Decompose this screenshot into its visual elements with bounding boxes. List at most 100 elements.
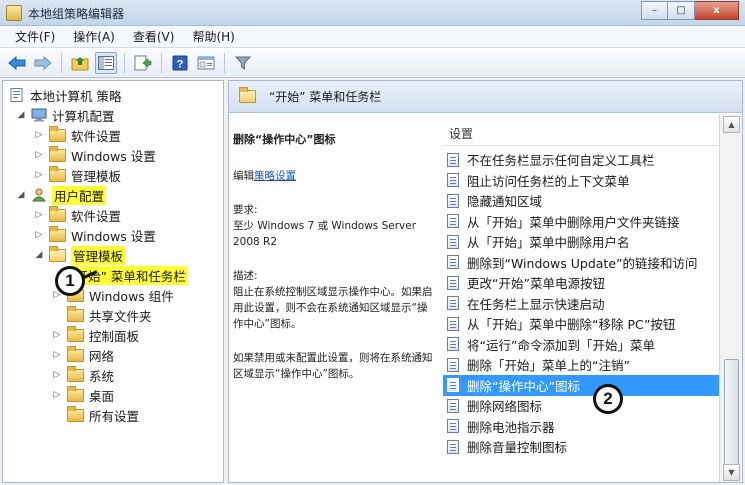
policy-setting-row[interactable]: 将“运行”命令添加到「开始」菜单 [443, 334, 723, 355]
expand-arrow-icon[interactable]: ▷ [51, 329, 63, 341]
policy-setting-label: 删除音量控制图标 [467, 440, 568, 455]
tree-node-system[interactable]: ▷ 系统 [51, 365, 114, 385]
filter-icon [235, 56, 251, 70]
menu-bar: 文件(F) 操作(A) 查看(V) 帮助(H) [0, 26, 745, 48]
policy-setting-row[interactable]: 隐藏通知区域 [443, 190, 723, 211]
scroll-thumb[interactable] [724, 359, 739, 479]
details-header-title: “开始” 菜单和任务栏 [269, 90, 382, 104]
menu-action[interactable]: 操作(A) [64, 26, 124, 47]
policy-setting-row[interactable]: 不在任务栏显示任何自定义工具栏 [443, 149, 723, 170]
tree-label: 控制面板 [89, 328, 140, 344]
callout-marker-2: 2 [593, 384, 623, 414]
tree-node-user-software-settings[interactable]: ▷ 软件设置 [33, 205, 121, 225]
policy-setting-row[interactable]: 删除音量控制图标 [443, 436, 723, 457]
folder-icon [67, 405, 84, 422]
menu-view[interactable]: 查看(V) [124, 26, 184, 47]
tree-node-computer-windows-settings[interactable]: ▷ Windows 设置 [33, 145, 156, 165]
policy-setting-label: 从「开始」菜单中删除“移除 PC”按钮 [467, 317, 676, 332]
tree-node-computer-admin-templates[interactable]: ▷ 管理模板 [33, 165, 121, 185]
collapse-arrow-icon[interactable]: ◢ [15, 109, 27, 121]
policy-setting-row[interactable]: 删除到“Windows Update”的链接和访问 [443, 252, 723, 273]
policy-setting-row[interactable]: 删除“操作中心”图标 [443, 374, 723, 396]
expand-arrow-icon[interactable]: ▷ [51, 369, 63, 381]
column-header-setting[interactable]: 设置 [443, 122, 723, 146]
policy-setting-label: 删除网络图标 [467, 399, 543, 414]
folder-icon [49, 225, 66, 242]
expand-arrow-icon[interactable]: ▷ [33, 149, 45, 161]
expand-arrow-icon[interactable]: ▷ [51, 349, 63, 361]
folder-icon [49, 125, 66, 142]
tree-node-user-windows-settings[interactable]: ▷ Windows 设置 [33, 225, 156, 245]
expand-arrow-icon[interactable]: ▷ [33, 169, 45, 181]
edit-policy-link[interactable]: 策略设置 [254, 170, 296, 182]
policy-setting-label: 不在任务栏显示任何自定义工具栏 [467, 153, 655, 168]
policy-setting-row[interactable]: 从「开始」菜单中删除“移除 PC”按钮 [443, 313, 723, 334]
maximize-button[interactable]: □ [668, 1, 695, 20]
policy-setting-row[interactable]: 删除电池指示器 [443, 416, 723, 437]
tree-label: 网络 [89, 348, 115, 364]
tree-node-control-panel[interactable]: ▷ 控制面板 [51, 325, 139, 345]
vertical-scrollbar[interactable]: ▲ ▼ [719, 114, 742, 482]
policy-setting-row[interactable]: 阻止访问任务栏的上下文菜单 [443, 170, 723, 191]
properties-button[interactable] [195, 52, 217, 74]
tree-node-computer-configuration[interactable]: ◢ 计算机配置 [15, 105, 115, 125]
policy-setting-row[interactable]: 删除网络图标 [443, 395, 723, 416]
tree-node-user-admin-templates[interactable]: ◢ 管理模板 [33, 245, 126, 265]
policy-setting-row[interactable]: 更改“开始”菜单电源按钮 [443, 272, 723, 293]
computer-icon [31, 108, 47, 122]
folder-icon [67, 325, 84, 342]
tree-label: 系统 [89, 368, 115, 384]
filter-button[interactable] [232, 52, 254, 74]
tree-node-user-configuration[interactable]: ◢ 用户配置 [15, 185, 107, 205]
folder-icon [67, 385, 84, 402]
policy-setting-row[interactable]: 在任务栏上显示快速启动 [443, 293, 723, 314]
settings-list[interactable]: 设置 不在任务栏显示任何自定义工具栏 阻止访问任务栏的上下文菜单 隐藏通知区域 从「开… [443, 114, 742, 482]
tree-node-desktop[interactable]: ▷ 桌面 [51, 385, 114, 405]
scroll-up-button[interactable]: ▲ [723, 116, 740, 133]
expand-arrow-icon[interactable]: ▷ [33, 129, 45, 141]
menu-file[interactable]: 文件(F) [6, 26, 64, 47]
folder-icon [67, 365, 84, 382]
policy-setting-label: 删除到“Windows Update”的链接和访问 [467, 255, 698, 271]
window-controls: – □ x [641, 1, 739, 21]
callout-marker-1: 1 [55, 266, 85, 296]
tree-node-shared-folders[interactable]: 共享文件夹 [67, 305, 152, 325]
export-list-button[interactable] [132, 52, 154, 74]
tree-node-local-computer-policy[interactable]: 本地计算机 策略 [9, 85, 121, 105]
scroll-down-button[interactable]: ▼ [723, 464, 740, 481]
policy-description-title: 删除“操作中心”图标 [233, 133, 336, 146]
back-button[interactable] [6, 52, 28, 74]
show-hide-tree-button[interactable] [95, 51, 117, 74]
tree-node-computer-software-settings[interactable]: ▷ 软件设置 [33, 125, 121, 145]
expand-arrow-icon[interactable]: ▷ [51, 389, 63, 401]
policy-setting-row[interactable]: 删除「开始」菜单上的“注销” [443, 354, 723, 375]
collapse-arrow-icon[interactable]: ◢ [33, 249, 45, 261]
policy-setting-icon [447, 398, 459, 413]
menu-help[interactable]: 帮助(H) [183, 26, 243, 47]
policy-setting-row[interactable]: 从「开始」菜单中删除用户名 [443, 231, 723, 252]
collapse-arrow-icon[interactable]: ◢ [15, 189, 27, 201]
minimize-button[interactable]: – [641, 1, 668, 20]
tree-node-network[interactable]: ▷ 网络 [51, 345, 114, 365]
policy-setting-icon [447, 296, 459, 310]
policy-document-icon [9, 88, 25, 102]
toolbar-separator [224, 52, 225, 73]
help-button[interactable]: ? [169, 52, 191, 74]
up-one-level-button[interactable] [69, 52, 91, 74]
policy-tree[interactable]: 本地计算机 策略 ◢ 计算机配置 ▷ 软件设置 ▷ Windows 设置 ▷ 管… [2, 80, 224, 483]
edit-policy-line: 编辑策略设置 [233, 168, 435, 184]
tree-label: 共享文件夹 [89, 308, 152, 324]
expand-arrow-icon[interactable]: ▷ [33, 229, 45, 241]
tree-label: Windows 设置 [71, 228, 156, 244]
folder-icon [49, 145, 66, 162]
close-button[interactable]: x [695, 1, 739, 20]
expand-arrow-icon[interactable]: ▷ [33, 209, 45, 221]
tree-node-all-settings[interactable]: 所有设置 [67, 405, 139, 425]
forward-arrow-icon [34, 55, 52, 70]
policy-setting-row[interactable]: 从「开始」菜单中删除用户文件夹链接 [443, 211, 723, 232]
toolbar-separator [161, 52, 162, 73]
requirements-label: 要求: [233, 204, 258, 216]
forward-button[interactable] [32, 52, 54, 74]
policy-setting-icon [447, 419, 459, 433]
policy-setting-label: 删除「开始」菜单上的“注销” [467, 358, 630, 373]
